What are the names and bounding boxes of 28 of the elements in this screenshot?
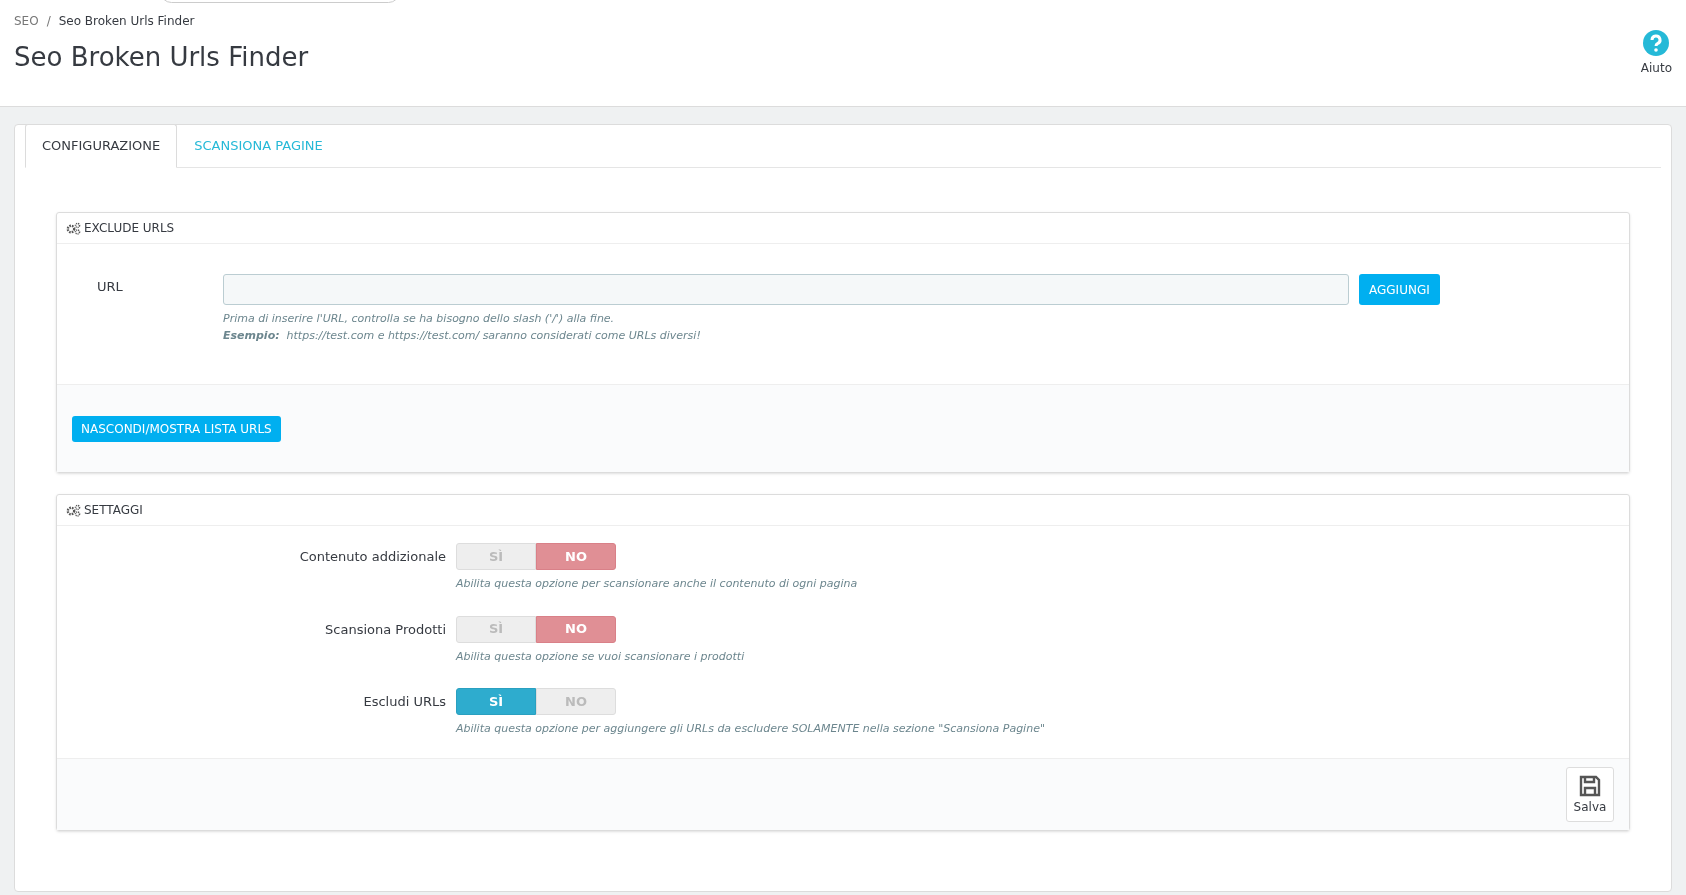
panel-title: EXCLUDE URLS xyxy=(84,220,175,237)
breadcrumb-current: Seo Broken Urls Finder xyxy=(58,13,195,30)
example-text: Esempio: https://test.com e https://test.com/ saranno considerati come URLs diversi! xyxy=(223,327,702,344)
setting-label: Scansiona Prodotti xyxy=(324,620,447,639)
panel-title: SETTAGGI xyxy=(84,502,143,519)
gears-icon xyxy=(66,503,81,517)
setting-hint: Abilita questa opzione se vuoi scansionare i prodotti xyxy=(456,648,745,665)
toggle-list-button[interactable]: NASCONDI/MOSTRA LISTA URLS xyxy=(72,415,281,442)
field-label: URL xyxy=(96,278,124,296)
help-icon xyxy=(1643,30,1670,56)
toggle-option[interactable]: NO xyxy=(536,615,616,643)
breadcrumb-separator: / xyxy=(46,13,51,30)
toggle-option[interactable]: SÌ xyxy=(456,688,536,715)
setting-label: Escludi URLs xyxy=(362,693,447,711)
save-button[interactable]: Salva xyxy=(1566,766,1614,822)
toggle-option[interactable]: NO xyxy=(536,543,616,570)
page-title: Seo Broken Urls Finder xyxy=(14,41,309,74)
add-button[interactable]: AGGIUNGI xyxy=(1359,274,1440,305)
setting-hint: Abilita questa opzione per aggiungere gli URLs da escludere SOLAMENTE nella sezione "Scansiona Pagine" xyxy=(456,721,1045,737)
breadcrumb-link[interactable]: SEO xyxy=(14,12,39,30)
help-text: Prima di inserire l'URL, controlla se ha bisogno dello slash ('/') alla fine. xyxy=(223,311,616,327)
setting-label: Contenuto addizionale xyxy=(298,548,447,566)
tab[interactable]: SCANSIONA PAGINE xyxy=(177,124,340,168)
help-link[interactable]: Aiuto xyxy=(1640,30,1672,106)
setting-hint: Abilita questa opzione per scansionare anche il contenuto di ogni pagina xyxy=(456,576,858,592)
url-input[interactable] xyxy=(223,274,1349,305)
tab[interactable]: CONFIGURAZIONE xyxy=(25,124,178,168)
gears-icon xyxy=(66,221,81,235)
